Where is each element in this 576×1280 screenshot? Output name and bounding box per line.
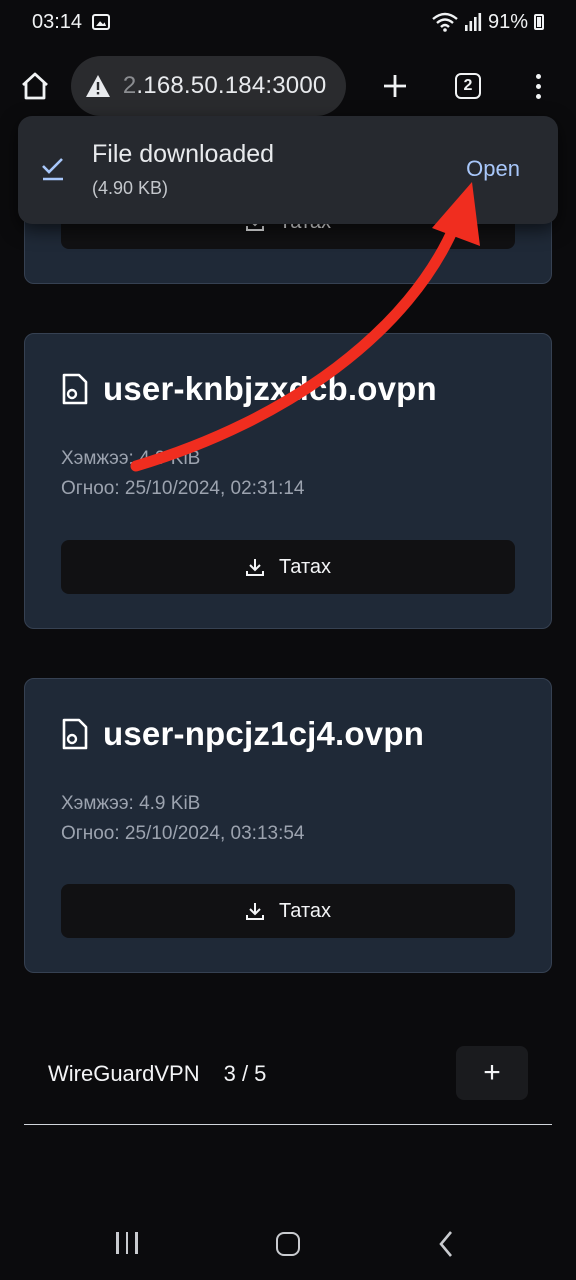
tab-switcher-button[interactable]: 2 (445, 62, 492, 110)
back-icon[interactable] (438, 1230, 454, 1258)
download-snackbar: File downloaded (4.90 KB) Open (18, 116, 558, 224)
footer: WireGuardVPN 3 / 5 + (24, 1046, 552, 1102)
url-prefix: 2 (122, 72, 137, 99)
file-config-icon (62, 373, 88, 405)
download-button[interactable]: Татах (61, 540, 515, 594)
plus-icon: + (483, 1056, 501, 1089)
status-time: 03:14 (32, 10, 83, 33)
footer-divider (24, 1124, 552, 1125)
download-label: Татах (278, 899, 332, 922)
wifi-icon (432, 12, 458, 32)
download-check-icon (42, 158, 63, 181)
tabs-icon: 2 (454, 73, 481, 99)
battery-percent: 91% (487, 10, 528, 33)
add-config-button[interactable]: + (456, 1046, 528, 1100)
config-count: 3 / 5 (223, 1061, 267, 1086)
status-bar: 03:14 91% (0, 0, 576, 44)
warning-icon[interactable] (85, 73, 111, 99)
file-size: Хэмжээ: 4.9 KiB (61, 448, 201, 469)
download-label: Татах (278, 555, 332, 578)
card-title: user-npcjz1cj4.ovpn (103, 715, 425, 752)
home-icon (22, 72, 49, 100)
file-date: Огноо: 25/10/2024, 03:13:54 (61, 823, 305, 844)
signal-icon (464, 13, 482, 31)
new-tab-button[interactable] (372, 62, 419, 110)
url-bar[interactable]: 2.168.50.184:3000 (70, 56, 346, 116)
home-nav-icon[interactable] (276, 1232, 300, 1256)
browser-menu-button[interactable] (515, 62, 562, 110)
open-button[interactable]: Open (466, 156, 520, 182)
url-text: 2.168.50.184:3000 (123, 72, 327, 100)
recent-apps-icon[interactable] (116, 1232, 138, 1254)
config-card: user-npcjz1cj4.ovpn Хэмжээ: 4.9 KiB Огно… (24, 678, 552, 973)
url-host: .168.50.184:3000 (136, 72, 327, 99)
download-icon (245, 903, 264, 920)
snackbar-subtitle: (4.90 KB) (92, 178, 169, 198)
file-size: Хэмжээ: 4.9 KiB (61, 793, 201, 814)
card-title: user-knbjzxdcb.ovpn (103, 370, 437, 407)
system-nav-bar (0, 1200, 576, 1280)
gallery-icon (92, 14, 111, 30)
file-config-icon (62, 718, 88, 750)
config-card: user-knbjzxdcb.ovpn Хэмжээ: 4.9 KiB Огно… (24, 333, 552, 629)
download-button[interactable]: Татах (61, 884, 515, 938)
snackbar-title: File downloaded (92, 140, 275, 168)
footer-brand: WireGuardVPN (48, 1061, 200, 1086)
battery-icon (534, 14, 544, 30)
screen: 03:14 91% 2.168.50.184:3000 2 user-knbjz… (0, 0, 576, 1280)
file-date: Огноо: 25/10/2024, 02:31:14 (61, 478, 305, 499)
menu-icon (536, 73, 542, 99)
plus-icon (384, 75, 407, 97)
download-icon (245, 559, 264, 576)
home-button[interactable] (14, 64, 57, 108)
